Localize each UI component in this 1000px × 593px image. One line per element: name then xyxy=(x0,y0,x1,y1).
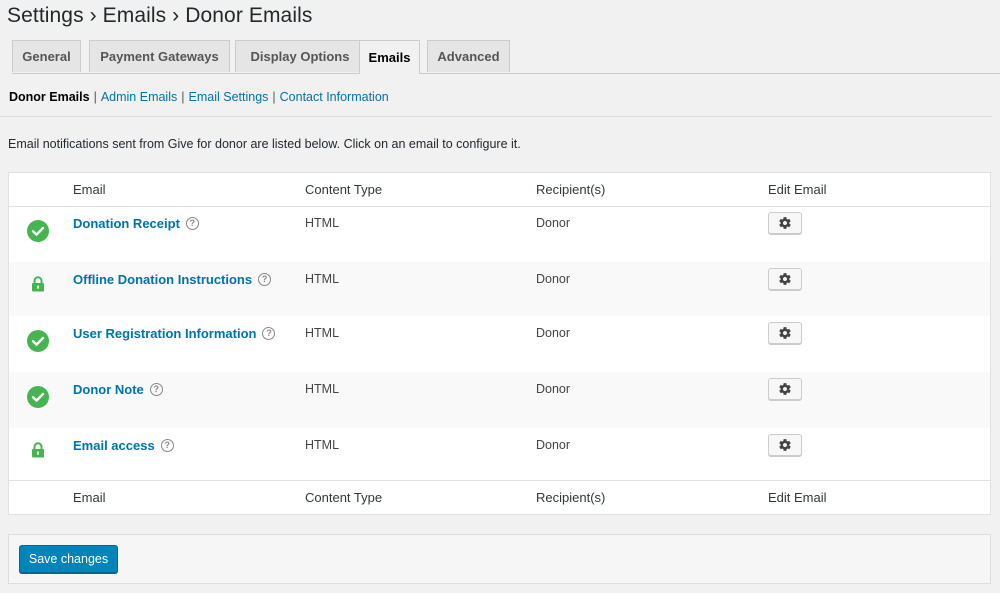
subnav-separator: | xyxy=(272,90,276,104)
header-content-type: Content Type xyxy=(305,182,383,197)
email-name-link[interactable]: Email access? xyxy=(73,438,174,453)
footer-recipients: Recipient(s) xyxy=(536,490,606,505)
help-icon[interactable]: ? xyxy=(149,383,163,396)
help-icon[interactable]: ? xyxy=(258,273,272,286)
enabled-check-icon xyxy=(27,386,49,408)
email-name-link[interactable]: Donor Note? xyxy=(73,382,163,397)
tab-general[interactable]: General xyxy=(12,40,81,72)
tab-payment-gateways[interactable]: Payment Gateways xyxy=(89,40,230,72)
enabled-check-icon xyxy=(27,330,49,352)
locked-icon xyxy=(32,442,44,458)
divider xyxy=(0,116,992,117)
save-changes-button[interactable]: Save changes xyxy=(19,545,118,573)
enabled-check-icon xyxy=(27,220,49,242)
email-name-link[interactable]: Offline Donation Instructions? xyxy=(73,272,272,287)
gear-icon xyxy=(779,327,791,339)
recipient-value: Donor xyxy=(536,216,571,230)
content-type-value: HTML xyxy=(305,216,340,230)
description-text: Email notifications sent from Give for d… xyxy=(8,137,521,151)
tab-display-options[interactable]: Display Options xyxy=(235,40,365,72)
header-recipients: Recipient(s) xyxy=(536,182,606,197)
subnav-separator: | xyxy=(181,90,185,104)
email-name-link[interactable]: Donation Receipt? xyxy=(73,216,199,231)
subnav-admin-emails[interactable]: Admin Emails xyxy=(101,90,177,104)
settings-tabs: General Payment Gateways Display Options… xyxy=(12,40,1000,74)
table-row: Email access? HTML Donor xyxy=(9,428,990,482)
save-panel: Save changes xyxy=(8,534,991,584)
help-icon[interactable]: ? xyxy=(262,327,276,340)
email-subnav: Donor Emails | Admin Emails | Email Settings… xyxy=(9,90,389,104)
content-type-value: HTML xyxy=(305,438,340,452)
subnav-separator: | xyxy=(93,90,97,104)
gear-icon xyxy=(779,383,791,395)
gear-icon xyxy=(779,439,791,451)
recipient-value: Donor xyxy=(536,382,571,396)
page-title: Settings › Emails › Donor Emails xyxy=(7,4,313,27)
subnav-donor-emails[interactable]: Donor Emails xyxy=(9,90,90,104)
table-row: User Registration Information? HTML Dono… xyxy=(9,316,990,372)
content-type-value: HTML xyxy=(305,272,340,286)
table-row: Offline Donation Instructions? HTML Dono… xyxy=(9,262,990,316)
gear-icon xyxy=(779,217,791,229)
edit-email-button[interactable] xyxy=(768,322,802,344)
subnav-email-settings[interactable]: Email Settings xyxy=(189,90,269,104)
gear-icon xyxy=(779,273,791,285)
help-icon[interactable]: ? xyxy=(160,439,174,452)
table-row: Donation Receipt? HTML Donor xyxy=(9,206,990,262)
edit-email-button[interactable] xyxy=(768,212,802,234)
footer-email: Email xyxy=(73,490,106,505)
table-header: Email Content Type Recipient(s) Edit Ema… xyxy=(9,173,990,207)
table-footer: Email Content Type Recipient(s) Edit Ema… xyxy=(9,480,990,514)
subnav-contact-information[interactable]: Contact Information xyxy=(280,90,389,104)
email-name-link[interactable]: User Registration Information? xyxy=(73,326,276,341)
table-row: Donor Note? HTML Donor xyxy=(9,372,990,428)
edit-email-button[interactable] xyxy=(768,434,802,456)
footer-edit-email: Edit Email xyxy=(768,490,827,505)
footer-content-type: Content Type xyxy=(305,490,383,505)
recipient-value: Donor xyxy=(536,326,571,340)
help-icon[interactable]: ? xyxy=(185,217,199,230)
locked-icon xyxy=(32,276,44,292)
content-type-value: HTML xyxy=(305,382,340,396)
emails-table: Email Content Type Recipient(s) Edit Ema… xyxy=(8,172,991,515)
recipient-value: Donor xyxy=(536,272,571,286)
edit-email-button[interactable] xyxy=(768,268,802,290)
tab-advanced[interactable]: Advanced xyxy=(427,40,510,72)
tab-emails[interactable]: Emails xyxy=(359,40,420,74)
header-edit-email: Edit Email xyxy=(768,182,827,197)
edit-email-button[interactable] xyxy=(768,378,802,400)
recipient-value: Donor xyxy=(536,438,571,452)
header-email: Email xyxy=(73,182,106,197)
content-type-value: HTML xyxy=(305,326,340,340)
